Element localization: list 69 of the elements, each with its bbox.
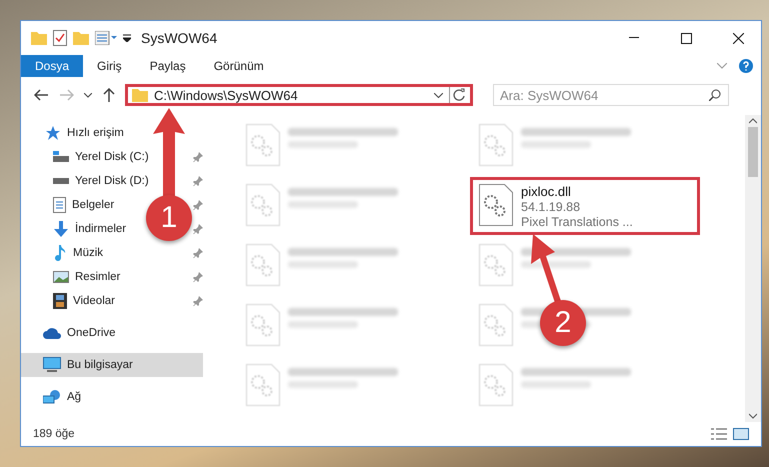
file-item[interactable]: pixloc.dll 54.1.19.88 Pixel Translations ... xyxy=(470,177,700,235)
cloud-icon xyxy=(43,327,61,339)
checklist-icon[interactable] xyxy=(53,30,67,46)
dll-file-icon xyxy=(246,364,280,406)
folder-icon xyxy=(31,31,47,45)
properties-icon[interactable] xyxy=(95,31,117,45)
film-icon xyxy=(53,293,67,309)
ribbon-tab[interactable]: Dosya xyxy=(21,55,84,77)
pin-icon[interactable] xyxy=(193,152,203,162)
window-title: SysWOW64 xyxy=(141,30,218,46)
navigation-item[interactable]: İndirmeler xyxy=(21,217,128,241)
navigation-item[interactable]: Videolar xyxy=(21,289,117,313)
scroll-thumb[interactable] xyxy=(748,127,758,177)
dropdown-caret-icon[interactable] xyxy=(434,92,443,98)
navigation-item[interactable]: Yerel Disk (D:) xyxy=(21,169,151,193)
file-name: pixloc.dll xyxy=(521,184,572,199)
navigation-item[interactable]: Resimler xyxy=(21,265,122,289)
customize-caret-icon[interactable] xyxy=(123,34,131,42)
navigation-item[interactable]: Ağ xyxy=(21,385,84,409)
item-count: 189 öğe xyxy=(33,428,76,440)
navigation-item[interactable]: Bu bilgisayar xyxy=(21,353,203,377)
picture-icon xyxy=(53,271,69,283)
address-bar[interactable]: C:\Windows\SysWOW64 xyxy=(125,84,473,106)
ribbon-tab[interactable]: Giriş xyxy=(83,55,136,77)
monitor-icon xyxy=(43,357,61,373)
dll-file-icon xyxy=(479,124,513,166)
minimize-icon xyxy=(629,37,639,39)
ribbon-tab[interactable]: Görünüm xyxy=(200,55,278,77)
dll-file-icon xyxy=(479,304,513,346)
navigation-item[interactable]: Hızlı erişim xyxy=(21,121,126,145)
folder-icon xyxy=(132,88,148,102)
file-detail: 54.1.19.88 xyxy=(521,200,582,214)
search-icon[interactable] xyxy=(709,89,721,101)
dll-file-icon xyxy=(479,184,513,226)
dll-file-icon xyxy=(479,364,513,406)
details-view-icon[interactable] xyxy=(711,428,727,440)
dll-file-icon xyxy=(246,304,280,346)
help-icon[interactable] xyxy=(739,59,753,73)
document-icon xyxy=(53,197,66,213)
navigation-item[interactable]: Müzik xyxy=(21,241,106,265)
drive-icon xyxy=(53,177,69,185)
navigation-item[interactable]: OneDrive xyxy=(21,321,118,345)
music-note-icon xyxy=(53,245,67,261)
new-folder-icon xyxy=(73,31,89,45)
download-arrow-icon xyxy=(53,221,69,237)
pin-icon[interactable] xyxy=(193,176,203,186)
caret-icon xyxy=(84,92,92,98)
star-icon xyxy=(45,125,61,141)
close-icon xyxy=(732,32,744,44)
navigation-item[interactable]: Belgeler xyxy=(21,193,116,217)
network-icon xyxy=(43,389,61,405)
scrollbar[interactable] xyxy=(745,115,761,422)
large-icons-view-icon[interactable] xyxy=(733,428,749,440)
search-field[interactable]: Ara: SysWOW64 xyxy=(493,84,729,106)
pin-icon[interactable] xyxy=(193,248,203,258)
pin-icon[interactable] xyxy=(193,272,203,282)
drive-icon xyxy=(53,151,69,163)
dll-file-icon xyxy=(246,184,280,226)
pin-icon[interactable] xyxy=(193,296,203,306)
maximize-icon xyxy=(680,32,692,44)
navigation-item[interactable]: Yerel Disk (C:) xyxy=(21,145,151,169)
dll-file-icon xyxy=(246,124,280,166)
file-detail: Pixel Translations ... xyxy=(521,215,633,229)
ribbon-tab[interactable]: Paylaş xyxy=(136,55,200,77)
dll-file-icon xyxy=(479,244,513,286)
pin-icon[interactable] xyxy=(193,200,203,210)
dll-file-icon xyxy=(246,244,280,286)
expand-chevron-icon[interactable] xyxy=(717,63,727,69)
pin-icon[interactable] xyxy=(193,224,203,234)
